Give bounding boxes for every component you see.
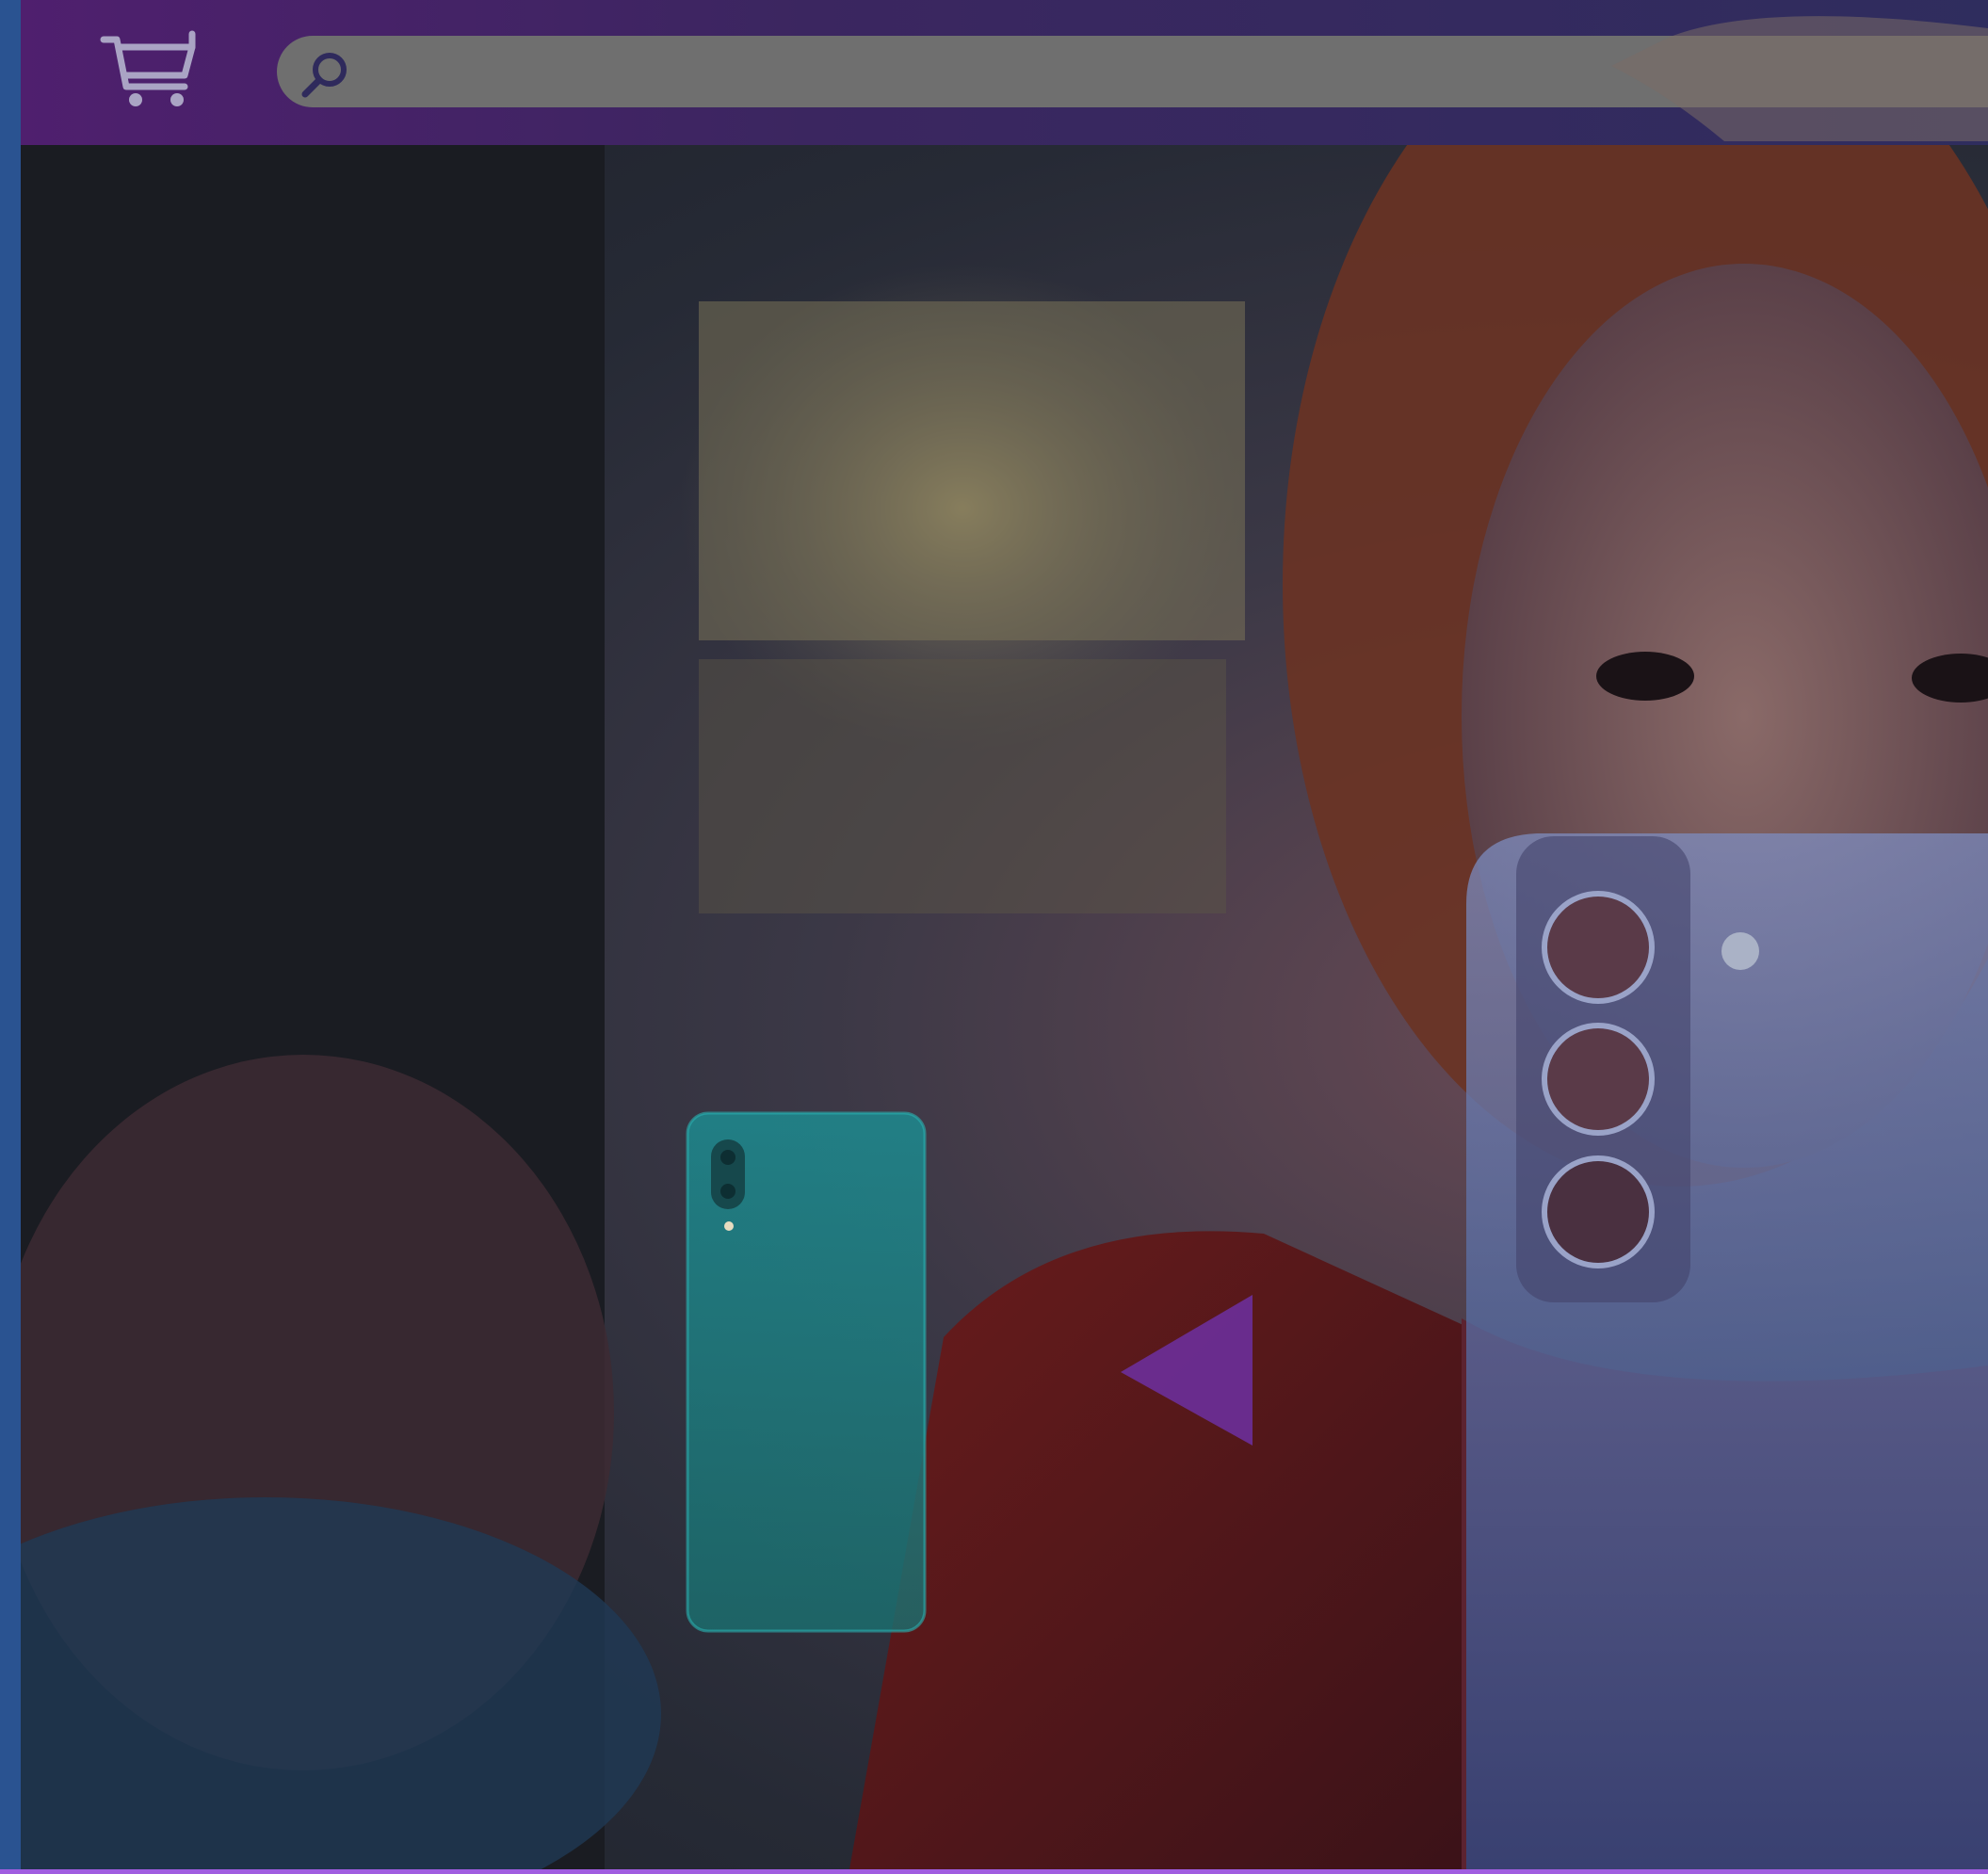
product-phone-small bbox=[686, 1111, 927, 1633]
carousel-previous-button[interactable] bbox=[1121, 1295, 1254, 1446]
top-navigation-bar bbox=[21, 0, 1988, 145]
triangle-left-icon bbox=[1121, 1295, 1253, 1446]
product-phone-large bbox=[1466, 833, 1988, 1869]
search-icon[interactable] bbox=[298, 47, 352, 102]
hero-banner bbox=[21, 0, 1988, 1869]
shopping-cart-icon[interactable] bbox=[98, 26, 202, 111]
frame-border bbox=[0, 1869, 1988, 1874]
hair-overlay bbox=[1611, 16, 1988, 141]
hero-photo bbox=[21, 0, 1988, 1869]
